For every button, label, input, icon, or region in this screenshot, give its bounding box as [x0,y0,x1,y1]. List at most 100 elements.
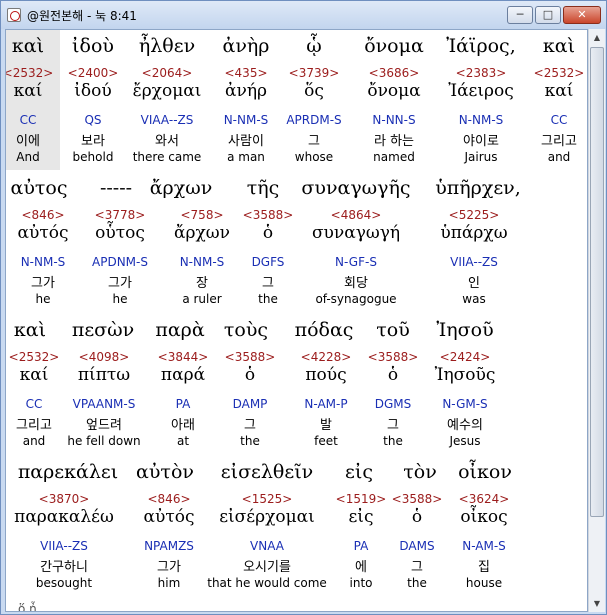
english-gloss: Jairus [464,150,498,164]
greek-text-word[interactable]: ὑπῆρχεν, [435,177,521,199]
minimize-button[interactable]: ─ [507,6,533,24]
strong-number: <2532> [5,66,54,80]
next-line-preview: ὅ ἦ [18,602,37,612]
strong-number: <5225> [448,208,500,222]
greek-text-word[interactable]: τῆς [247,177,280,199]
lexical-form: ὑπάρχω [440,223,508,243]
greek-text-word[interactable]: πεσὼν [72,319,134,341]
parsing-code: DGMS [374,397,412,411]
korean-gloss: 와서 [155,134,179,149]
korean-gloss: 엎드려 [86,418,122,433]
korean-gloss: 오시기를 [243,560,291,575]
english-gloss: And [16,150,40,164]
strong-number: <2532> [8,350,60,364]
lexical-form: οὗτος [95,223,145,243]
parsing-code: N-NN-S [372,113,416,127]
english-gloss: and [22,434,46,448]
korean-gloss: 예수의 [447,418,483,433]
greek-text-word[interactable]: παρὰ [155,319,204,341]
greek-text-word[interactable]: Ἰησοῦ [436,319,493,341]
korean-gloss: 에 [355,560,367,575]
scroll-thumb[interactable] [590,47,604,517]
greek-text-word[interactable]: καὶ [543,35,575,57]
greek-text-word[interactable]: ἦλθεν [139,35,195,57]
korean-gloss: 사람이 [228,134,264,149]
greek-text-word[interactable]: ἀνὴρ [223,35,270,57]
english-gloss: behold [72,150,114,164]
english-gloss: he [112,292,128,306]
verse-row: αὐτος ----- ἄρχων τῆς συναγωγῆς ὑπῆρχεν, <846>… [6,172,587,312]
greek-text-word[interactable]: εἰς [345,461,373,483]
close-button[interactable]: ✕ [563,6,601,24]
greek-text-word[interactable]: ----- [100,177,132,199]
parsing-code: DAMS [399,539,435,553]
strong-number: <2400> [67,66,119,80]
verse-row: παρεκάλει αὐτὸν εἰσελθεῖν εἰς τὸν οἶκον <3870>… [6,456,587,596]
parsing-code: VNAA [250,539,284,553]
lexical-form: ἀνήρ [225,81,267,101]
title-bar[interactable]: @원전본해 - 눅 8:41 ─ □ ✕ [1,1,606,29]
lexical-form: καί [13,81,43,101]
strong-number: <4228> [300,350,352,364]
maximize-button[interactable]: □ [535,6,561,24]
strong-number: <3778> [94,208,146,222]
strong-number: <3588> [242,208,294,222]
parsing-code: VIIA--ZS [450,255,498,269]
lexical-form: πούς [305,365,347,385]
korean-gloss: 라 하는 [373,134,415,149]
lexical-form: καί [19,365,49,385]
greek-text-word[interactable]: εἰσελθεῖν [221,461,313,483]
english-gloss: and [547,150,571,164]
greek-text-word[interactable]: Ἰάϊρος, [446,35,515,57]
greek-text-word[interactable]: ἰδοὺ [72,35,114,57]
parsing-code: N-AM-P [304,397,348,411]
greek-text-word[interactable]: οἶκον [458,461,512,483]
parsing-code: QS [84,113,102,127]
lexical-form: καί [544,81,574,101]
greek-text-word[interactable]: καὶ [14,319,46,341]
strong-number: <2064> [141,66,193,80]
parsing-code: N-AM-S [462,539,506,553]
lexical-form: ὁ [262,223,274,243]
greek-text-word[interactable]: αὐτὸν [136,461,194,483]
korean-gloss: 야이로 [463,134,499,149]
korean-gloss: 그리고 [16,418,52,433]
interlinear-view[interactable]: καὶ ἰδοὺ ἦλθεν ἀνὴρ ᾧ ὄνομα Ἰάϊρος, καὶ <2532> κα… [5,29,588,612]
greek-text-word[interactable]: τοῦ [376,319,410,341]
greek-text-word[interactable]: συναγωγῆς [301,177,410,199]
scroll-up-arrow-icon[interactable]: ▲ [589,29,605,46]
greek-text-word[interactable]: παρεκάλει [18,461,118,483]
korean-gloss: 그 [308,134,320,149]
greek-text-word[interactable]: ἄρχων [150,177,213,199]
korean-gloss: 그가 [31,276,55,291]
english-gloss: was [462,292,486,306]
scroll-down-arrow-icon[interactable]: ▼ [589,595,605,612]
vertical-scrollbar[interactable]: ▲ ▼ [588,29,605,612]
english-gloss: whose [294,150,334,164]
greek-text-word[interactable]: τὸν [403,461,437,483]
lexical-form: ὁ [387,365,399,385]
greek-text-word[interactable]: ᾧ [306,35,322,57]
greek-text-word[interactable]: καὶ [12,35,44,57]
lexical-form: ἔρχομαι [132,81,202,101]
english-gloss: he [35,292,51,306]
parsing-code: CC [550,113,568,127]
greek-text-word[interactable]: αὐτος [11,177,68,199]
lexical-form: Ἰησοῦς [434,365,496,385]
parsing-code: DGFS [251,255,285,269]
greek-text-word[interactable]: τοὺς [224,319,268,341]
greek-text-word[interactable]: πόδας [295,319,354,341]
lexical-form: ἄρχων [174,223,230,243]
parsing-code: NPAMZS [144,539,194,553]
lexical-form: ὄνομα [367,81,421,101]
lexical-form: ἰδού [74,81,112,101]
greek-text-word[interactable]: ὄνομα [364,35,424,57]
parsing-code: PA [175,397,191,411]
lexical-form: ὅς [304,81,324,101]
strong-number: <2532> [533,66,585,80]
strong-number: <3588> [367,350,419,364]
strong-number: <4864> [330,208,382,222]
parsing-code: DAMP [232,397,268,411]
english-gloss: the [240,434,260,448]
parsing-code: CC [25,397,43,411]
